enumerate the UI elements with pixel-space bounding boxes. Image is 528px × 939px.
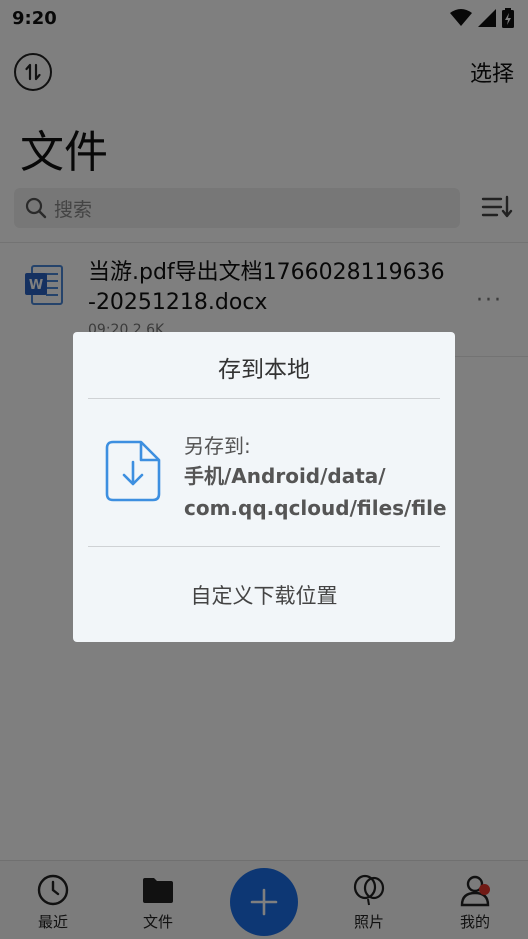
download-file-icon	[105, 440, 161, 502]
divider	[88, 398, 440, 399]
save-path: 手机/Android/data/ com.qq.qcloud/files/fil…	[184, 464, 447, 520]
custom-download-location-button[interactable]: 自定义下载位置	[73, 580, 455, 610]
divider	[88, 546, 440, 547]
save-to-label: 另存到:	[184, 434, 251, 458]
save-to-default-option[interactable]: 另存到: 手机/Android/data/ com.qq.qcloud/file…	[88, 416, 455, 526]
save-local-dialog: 存到本地 另存到: 手机/Android/data/ com.qq.qcloud…	[73, 332, 455, 642]
dialog-title: 存到本地	[218, 357, 310, 383]
